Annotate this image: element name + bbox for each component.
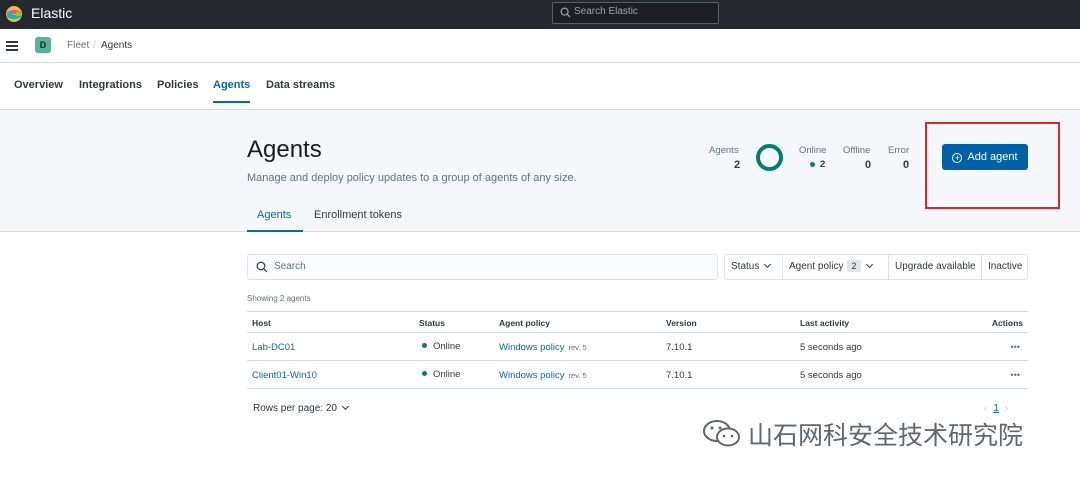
tab-data-streams[interactable]: Data streams — [266, 79, 335, 91]
stat-offline-value: 0 — [865, 159, 872, 171]
subtab-enrollment-tokens[interactable]: Enrollment tokens — [314, 209, 402, 221]
tab-policies[interactable]: Policies — [157, 79, 199, 91]
table-row: Lab-DC01 Online Windows policy rev. 5 7.1… — [247, 333, 1028, 361]
page-description: Manage and deploy policy updates to a gr… — [247, 172, 577, 184]
page-number[interactable]: 1 — [993, 403, 999, 414]
showing-count: Showing 2 agents — [247, 294, 311, 303]
stat-online-label: Online — [799, 145, 827, 156]
page-title: Agents — [247, 136, 322, 163]
policy-link[interactable]: Windows policy — [499, 370, 564, 381]
column-last-activity[interactable]: Last activity — [800, 318, 849, 328]
menu-icon[interactable] — [6, 41, 18, 51]
table-header: Host Status Agent policy Version Last ac… — [247, 311, 1028, 333]
column-host[interactable]: Host — [252, 318, 271, 328]
agent-policy-filter[interactable]: Agent policy 2 — [783, 255, 889, 279]
column-actions: Actions — [991, 318, 1023, 328]
breadcrumb-fleet[interactable]: Fleet — [67, 40, 89, 51]
stat-error-label: Error — [888, 145, 910, 156]
agent-status: Online — [422, 341, 460, 352]
subtab-agents[interactable]: Agents — [246, 209, 304, 232]
fleet-nav-tabs: Overview Integrations Policies Agents Da… — [0, 63, 1080, 110]
more-actions-icon[interactable]: ••• — [1011, 342, 1020, 352]
more-actions-icon[interactable]: ••• — [1011, 370, 1020, 380]
chevron-down-icon — [341, 402, 349, 411]
space-avatar[interactable]: D — [35, 37, 51, 53]
app-title: Elastic — [31, 5, 73, 21]
agent-status: Online — [422, 369, 460, 380]
search-icon — [256, 261, 268, 273]
agent-version: 7.10.1 — [666, 342, 693, 353]
page-header: Agents Manage and deploy policy updates … — [0, 110, 1080, 232]
rows-per-page-select[interactable]: Rows per page: 20 — [253, 402, 349, 414]
filter-count-badge: 2 — [847, 260, 861, 272]
status-filter[interactable]: Status — [725, 255, 783, 279]
next-page-icon[interactable]: › — [1005, 403, 1008, 414]
stat-error-value: 0 — [903, 159, 910, 171]
stat-offline-label: Offline — [843, 145, 871, 156]
last-activity: 5 seconds ago — [800, 342, 862, 353]
online-status-dot — [422, 343, 427, 348]
wechat-icon — [703, 420, 740, 447]
watermark-text: 山石网科安全技术研究院 — [748, 421, 1024, 450]
breadcrumb-separator: / — [93, 40, 96, 51]
elastic-logo-icon[interactable] — [5, 5, 23, 23]
top-bar: Elastic — [0, 0, 1080, 29]
highlight-annotation — [925, 122, 1060, 209]
column-agent-policy[interactable]: Agent policy — [499, 318, 550, 328]
agent-search-input[interactable] — [274, 261, 674, 272]
agent-search[interactable] — [247, 254, 718, 280]
policy-link[interactable]: Windows policy — [499, 342, 564, 353]
last-activity: 5 seconds ago — [800, 370, 862, 381]
agent-policy-cell: Windows policy rev. 5 — [499, 342, 587, 353]
tab-integrations[interactable]: Integrations — [79, 79, 142, 91]
stat-agents-value: 2 — [734, 159, 741, 171]
tab-agents[interactable]: Agents — [213, 79, 251, 103]
online-status-dot — [422, 371, 427, 376]
host-link[interactable]: Client01-Win10 — [252, 370, 317, 381]
stat-agents-label: Agents — [709, 145, 739, 156]
breadcrumb-agents: Agents — [101, 40, 133, 51]
global-search-input[interactable] — [574, 6, 714, 17]
upgrade-available-filter[interactable]: Upgrade available — [889, 255, 982, 279]
column-version[interactable]: Version — [666, 318, 697, 328]
prev-page-icon[interactable]: ‹ — [984, 403, 987, 414]
table-row: Client01-Win10 Online Windows policy rev.… — [247, 361, 1028, 389]
chevron-down-icon — [764, 260, 772, 269]
online-status-dot — [810, 161, 815, 167]
column-status[interactable]: Status — [419, 318, 445, 328]
pagination: ‹ 1 › — [984, 403, 1008, 414]
search-icon — [560, 7, 571, 18]
agents-donut-chart — [756, 144, 783, 171]
tab-overview[interactable]: Overview — [14, 79, 63, 91]
stat-online-value: 2 — [810, 158, 825, 170]
agent-version: 7.10.1 — [666, 370, 693, 381]
agent-policy-cell: Windows policy rev. 5 — [499, 370, 587, 381]
inactive-filter[interactable]: Inactive — [982, 255, 1027, 279]
chevron-down-icon — [865, 260, 873, 269]
host-link[interactable]: Lab-DC01 — [252, 342, 295, 353]
filter-group: Status Agent policy 2 Upgrade available I… — [724, 254, 1028, 280]
header-breadcrumb-bar: D Fleet / Agents — [0, 29, 1080, 63]
global-search[interactable] — [552, 2, 719, 24]
